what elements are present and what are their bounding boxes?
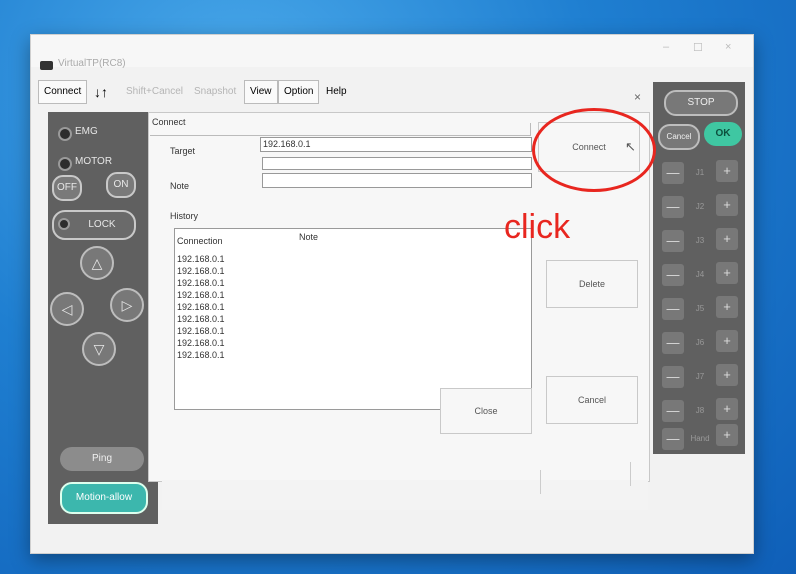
j7-plus-button[interactable]: +	[716, 364, 738, 386]
list-item[interactable]: 192.168.0.1	[177, 289, 225, 301]
j8-minus-button[interactable]: —	[662, 400, 684, 422]
target-label: Target	[170, 146, 196, 156]
delete-button[interactable]: Delete	[546, 260, 638, 308]
motor-on-button[interactable]: ON	[106, 172, 136, 198]
close-button[interactable]: Close	[440, 388, 532, 434]
j6-plus-button[interactable]: +	[716, 330, 738, 352]
j4-plus-button[interactable]: +	[716, 262, 738, 284]
joint-label: J7	[695, 372, 705, 381]
joint-label: Hand	[690, 434, 710, 443]
annotation-highlight-ring	[532, 108, 656, 192]
note-label: Note	[170, 181, 190, 191]
menu-option[interactable]: Option	[278, 80, 320, 104]
close-icon[interactable]: ×	[725, 41, 731, 53]
motor-off-button[interactable]: OFF	[52, 175, 82, 201]
jog-down-icon[interactable]: ▽	[82, 332, 116, 366]
j2-plus-button[interactable]: +	[716, 194, 738, 216]
j6-minus-button[interactable]: —	[662, 332, 684, 354]
list-item[interactable]: 192.168.0.1	[177, 253, 225, 265]
jog-up-icon[interactable]: △	[80, 246, 114, 280]
annotation-click-text: click	[504, 208, 571, 246]
history-label: History	[170, 211, 199, 221]
list-item[interactable]: 192.168.0.1	[177, 337, 225, 349]
joint-label: J2	[695, 202, 705, 211]
j2-minus-button[interactable]: —	[662, 196, 684, 218]
joint-label: J5	[695, 304, 705, 313]
menu-view[interactable]: View	[244, 80, 278, 104]
sort-icon[interactable]: ↓↑	[88, 80, 114, 104]
cancel-button[interactable]: Cancel	[546, 376, 638, 424]
joint-label: J8	[695, 406, 705, 415]
list-item[interactable]: 192.168.0.1	[177, 301, 225, 313]
j1-plus-button[interactable]: +	[716, 160, 738, 182]
menu-bar: Connect ↓↑ Shift+Cancel Snapshot View Op…	[38, 80, 488, 106]
menu-help[interactable]: Help	[320, 80, 353, 104]
ok-button[interactable]: OK	[704, 122, 742, 146]
history-rows: 192.168.0.1 192.168.0.1 192.168.0.1 192.…	[177, 253, 225, 361]
maximize-icon[interactable]: ☐	[693, 41, 703, 54]
lock-label: LOCK	[88, 219, 116, 230]
j7-minus-button[interactable]: —	[662, 366, 684, 388]
motor-indicator-icon	[58, 157, 72, 171]
history-header-connection: Connection	[177, 236, 223, 246]
lock-indicator-icon	[58, 218, 70, 230]
list-item[interactable]: 192.168.0.1	[177, 313, 225, 325]
emg-label: EMG	[75, 126, 98, 137]
minimize-icon[interactable]: –	[663, 41, 669, 53]
joint-label: J6	[695, 338, 705, 347]
jog-right-icon[interactable]: ▷	[110, 288, 144, 322]
list-item[interactable]: 192.168.0.1	[177, 325, 225, 337]
note-input[interactable]	[262, 173, 532, 188]
j8-plus-button[interactable]: +	[716, 398, 738, 420]
motor-label: MOTOR	[75, 156, 113, 167]
joint-jog-list: — J1 + — J2 + — J3 + — J4 + — J5 + — J6 …	[658, 158, 748, 450]
menu-shift-cancel[interactable]: Shift+Cancel	[120, 80, 189, 104]
cancel-panel-button[interactable]: Cancel	[658, 124, 700, 150]
note-extra-input[interactable]	[262, 157, 532, 170]
app-icon	[40, 61, 53, 70]
dialog-close-icon[interactable]: ×	[634, 90, 641, 104]
menu-connect[interactable]: Connect	[38, 80, 88, 104]
joint-label: J4	[695, 270, 705, 279]
j3-plus-button[interactable]: +	[716, 228, 738, 250]
jog-left-icon[interactable]: ◁	[50, 292, 84, 326]
hand-plus-button[interactable]: +	[716, 424, 738, 446]
joint-label: J1	[695, 168, 705, 177]
status-divider	[540, 470, 541, 494]
joint-label: J3	[695, 236, 705, 245]
j1-minus-button[interactable]: —	[662, 162, 684, 184]
j3-minus-button[interactable]: —	[662, 230, 684, 252]
history-list[interactable]: Connection Note 192.168.0.1 192.168.0.1 …	[174, 228, 532, 410]
motion-allow-button[interactable]: Motion-allow	[60, 482, 148, 514]
status-bar	[162, 480, 648, 510]
lock-button[interactable]: LOCK	[52, 210, 136, 240]
j4-minus-button[interactable]: —	[662, 264, 684, 286]
menu-snapshot[interactable]: Snapshot	[188, 80, 242, 104]
history-header-note: Note	[299, 232, 319, 242]
title-bar	[31, 35, 753, 67]
target-input[interactable]: 192.168.0.1	[260, 137, 532, 152]
list-item[interactable]: 192.168.0.1	[177, 265, 225, 277]
status-divider	[630, 462, 631, 486]
j5-minus-button[interactable]: —	[662, 298, 684, 320]
j5-plus-button[interactable]: +	[716, 296, 738, 318]
list-item[interactable]: 192.168.0.1	[177, 349, 225, 361]
connect-group-frame	[150, 123, 531, 136]
list-item[interactable]: 192.168.0.1	[177, 277, 225, 289]
app-title: VirtualTP(RC8)	[58, 58, 126, 69]
stop-button[interactable]: STOP	[664, 90, 738, 116]
ping-button[interactable]: Ping	[60, 447, 144, 471]
emg-indicator-icon	[58, 127, 72, 141]
hand-minus-button[interactable]: —	[662, 428, 684, 450]
